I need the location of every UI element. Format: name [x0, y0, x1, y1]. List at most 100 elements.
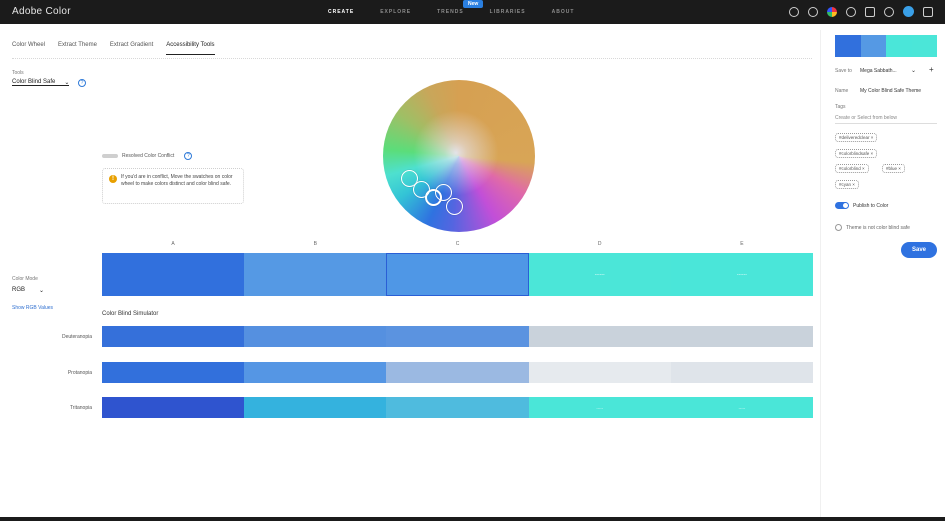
nav-create[interactable]: CREATE [328, 9, 354, 15]
info-icon [835, 224, 842, 231]
name-label: Name [835, 88, 849, 94]
help-icon[interactable]: ? [78, 79, 86, 87]
bell-icon[interactable] [884, 6, 894, 17]
add-library-icon[interactable]: + [929, 65, 934, 74]
tag-chip[interactable]: #colorblindsafe × [835, 149, 878, 158]
swatch-letter: B [313, 241, 317, 247]
color-wheel[interactable] [383, 80, 535, 232]
status-text: Theme is not color blind safe [846, 224, 910, 231]
sim-swatch: ----- [528, 397, 671, 418]
tag-chip[interactable]: #deliveredclear × [835, 133, 878, 142]
swatch-letter: A [171, 241, 175, 247]
tags-input[interactable]: Create or Select from below [835, 115, 937, 124]
swatch-row: ------ ------ [102, 253, 814, 296]
simulator-title: Color Blind Simulator [102, 311, 159, 317]
bottom-bar [0, 517, 945, 521]
sim-swatch [102, 397, 245, 418]
publish-label: Publish to Color [853, 203, 889, 209]
avatar[interactable] [903, 6, 914, 17]
chevron-down-icon: ⌄ [64, 80, 70, 86]
creative-cloud-icon[interactable] [827, 6, 837, 17]
nav-trends[interactable]: TRENDS [437, 9, 464, 15]
sim-swatch [102, 326, 245, 347]
swatch-c[interactable] [386, 253, 529, 296]
preview-swatch [835, 35, 861, 57]
theme-preview [835, 35, 937, 57]
sim-label-deuteranopia: Deuteranopia [61, 334, 92, 340]
conflict-header: Resolved Color Conflict ? [102, 152, 193, 160]
grid-menu-icon[interactable] [923, 6, 933, 17]
sim-swatch: ----- [670, 397, 814, 418]
swatch-letter: D [597, 241, 602, 247]
show-values-link[interactable]: Show RGB Values [12, 305, 53, 311]
chevron-down-icon[interactable]: ⌄ [911, 67, 916, 74]
conflict-toggle[interactable] [102, 154, 118, 158]
sync-icon[interactable] [789, 6, 799, 17]
swatch-b[interactable] [244, 253, 387, 296]
apps-icon[interactable] [865, 6, 875, 17]
nav-libraries[interactable]: LIBRARIES [490, 9, 526, 15]
tag-chip[interactable]: #colorblind × [835, 164, 869, 173]
sim-row-protanopia [102, 362, 814, 383]
sim-swatch [244, 362, 387, 383]
tab-extract-theme[interactable]: Extract Theme [58, 42, 97, 55]
color-mode-value: RGB [12, 287, 26, 293]
tab-bar: Color Wheel Extract Theme Extract Gradie… [12, 42, 215, 55]
top-icons [789, 6, 933, 17]
chevron-down-icon: ⌄ [39, 288, 45, 294]
app-title[interactable]: Adobe Color [12, 6, 71, 17]
preview-swatch [886, 35, 912, 57]
tags-label: Tags [835, 104, 846, 110]
swatch-d[interactable]: ------ [528, 253, 671, 296]
save-to-dropdown[interactable]: Mega Sabbath... [860, 68, 897, 74]
conflict-message-box: ! If you'd are in conflict, Move the swa… [102, 168, 244, 204]
status-message: Theme is not color blind safe [835, 224, 910, 231]
sim-value: ----- [596, 405, 604, 410]
nav-about[interactable]: ABOUT [552, 9, 575, 15]
sim-swatch [528, 362, 671, 383]
color-mode-label: Color Mode [12, 276, 38, 282]
save-button[interactable]: Save [901, 242, 937, 258]
save-to-label: Save to [835, 68, 852, 74]
sim-swatch [528, 326, 671, 347]
conflict-message: If you'd are in conflict, Move the swatc… [121, 174, 233, 187]
sim-label-protanopia: Protanopia [67, 370, 92, 376]
help-circle-icon[interactable] [808, 6, 818, 17]
sim-value: ----- [738, 405, 746, 410]
swatch-value: ------ [736, 271, 747, 278]
swatch-value: ------ [594, 271, 605, 278]
name-field[interactable]: My Color Blind Safe Theme [860, 88, 921, 94]
sim-swatch [386, 397, 529, 418]
swatch-letter: E [740, 241, 744, 247]
tag-chip[interactable]: #blue × [882, 164, 905, 173]
tools-dropdown[interactable]: Color Blind Safe ⌄ [12, 79, 70, 86]
sim-swatch [670, 362, 814, 383]
behance-icon[interactable] [846, 6, 856, 17]
preview-swatch [911, 35, 937, 57]
sim-swatch [102, 362, 245, 383]
conflict-title: Resolved Color Conflict [122, 153, 175, 159]
tag-label: #colorblindsafe [839, 151, 870, 156]
top-nav: CREATE EXPLORE TRENDS LIBRARIES ABOUT [328, 9, 574, 15]
wheel-handle-e[interactable] [446, 198, 463, 215]
tag-label: #blue [886, 166, 898, 171]
tag-chip[interactable]: #cyan × [835, 180, 859, 189]
sim-swatch [386, 326, 529, 347]
info-icon[interactable]: ? [184, 152, 193, 160]
swatch-e[interactable]: ------ [670, 253, 814, 296]
tab-accessibility-tools[interactable]: Accessibility Tools [166, 42, 215, 55]
sim-swatch [386, 362, 529, 383]
color-mode-dropdown[interactable]: RGB ⌄ [12, 287, 44, 294]
top-bar: Adobe Color CREATE EXPLORE TRENDS LIBRAR… [0, 0, 945, 24]
swatch-letters: A B C D E [102, 241, 813, 247]
tag-label: #cyan [839, 182, 852, 187]
tag-label: #deliveredclear [839, 135, 870, 140]
tab-color-wheel[interactable]: Color Wheel [12, 42, 45, 55]
swatch-a[interactable] [102, 253, 245, 296]
tab-extract-gradient[interactable]: Extract Gradient [110, 42, 153, 55]
tag-label: #colorblind [839, 166, 861, 171]
nav-explore[interactable]: EXPLORE [380, 9, 411, 15]
publish-toggle[interactable] [835, 202, 849, 209]
sim-label-tritanopia: Tritanopia [69, 405, 92, 411]
swatch-letter: C [455, 241, 460, 247]
